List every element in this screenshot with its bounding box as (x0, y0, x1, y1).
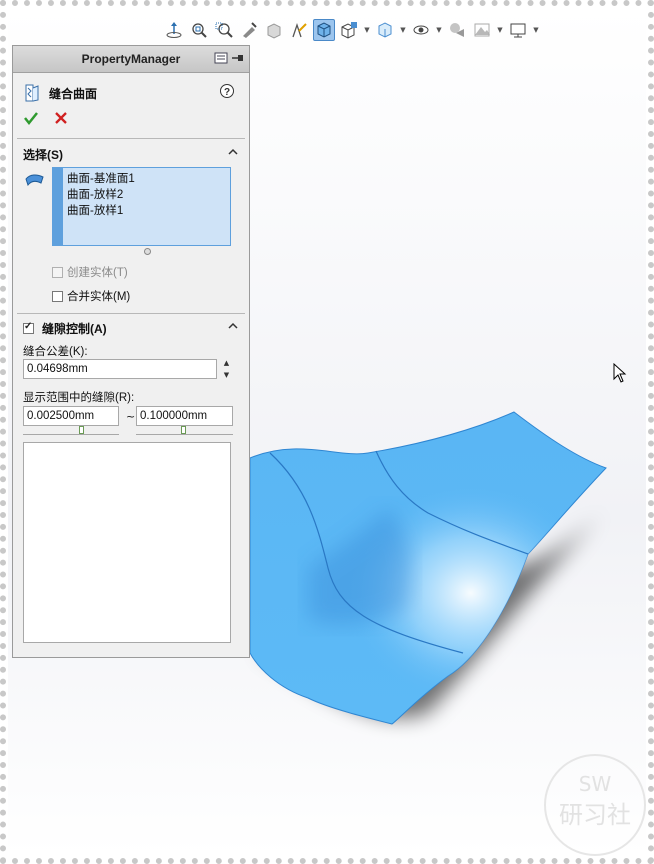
svg-text:研习社: 研习社 (559, 801, 631, 829)
selection-list[interactable]: 曲面-基准面1 曲面-放样2 曲面-放样1 (52, 167, 231, 246)
view-toolbar: ▼ ▼ ▼ ▼ ▼ (163, 18, 540, 42)
tolerance-label: 缝合公差(K): (23, 346, 88, 358)
tolerance-input[interactable]: 0.04698mm (23, 359, 217, 379)
range-separator: ~ (126, 410, 136, 423)
list-item[interactable]: 曲面-基准面1 (67, 171, 135, 187)
previous-view-icon[interactable] (238, 19, 260, 41)
chevron-down-icon[interactable]: ▼ (532, 26, 540, 34)
display-style-icon[interactable] (338, 19, 360, 41)
gap-control-group-header[interactable]: 缝隙控制(A) (23, 320, 241, 336)
view-settings-icon[interactable] (507, 19, 529, 41)
chevron-down-icon[interactable]: ▼ (496, 26, 504, 34)
panel-title: PropertyManager (13, 46, 249, 73)
section-view-icon[interactable] (263, 19, 285, 41)
property-manager-panel: PropertyManager 缝合曲面 ? 选择(S) 曲面-基准面1 曲面-… (12, 45, 250, 658)
spin-up-icon[interactable]: ▲ (224, 359, 229, 367)
range-min-input[interactable]: 0.002500mm (23, 406, 119, 426)
feature-header: 缝合曲面 ? (23, 82, 239, 104)
edit-appearance-icon[interactable] (410, 19, 432, 41)
list-item[interactable]: 曲面-放样1 (67, 203, 135, 219)
hide-show-items-icon[interactable] (374, 19, 396, 41)
slider-thumb[interactable] (79, 426, 84, 434)
range-min-slider[interactable] (23, 426, 119, 435)
dynamic-annotation-icon[interactable] (288, 19, 310, 41)
mouse-cursor-icon (613, 363, 627, 383)
resize-handle[interactable] (144, 248, 151, 255)
range-max-slider[interactable] (136, 426, 233, 435)
range-max-input[interactable]: 0.100000mm (136, 406, 233, 426)
help-icon[interactable]: ? (219, 83, 235, 99)
scene-background-icon[interactable] (471, 19, 493, 41)
merge-entities-checkbox[interactable] (52, 290, 63, 302)
ok-button[interactable] (23, 110, 39, 126)
feature-name: 缝合曲面 (49, 86, 98, 101)
cancel-button[interactable] (53, 110, 69, 126)
tolerance-spinner[interactable]: ▲ ▼ (220, 359, 233, 379)
merge-entities-option[interactable]: 合并实体(M) (52, 288, 130, 304)
chevron-down-icon[interactable]: ▼ (363, 26, 371, 34)
zoom-to-fit-icon[interactable] (188, 19, 210, 41)
pin-icon[interactable] (231, 51, 245, 65)
svg-text:?: ? (224, 87, 230, 98)
spin-down-icon[interactable]: ▼ (224, 371, 229, 379)
gap-range-label: 显示范围中的缝隙(R): (23, 392, 135, 404)
apply-scene-icon[interactable] (446, 19, 468, 41)
selection-group-header[interactable]: 选择(S) (23, 146, 241, 162)
divider (17, 138, 245, 139)
list-item[interactable]: 曲面-放样2 (67, 187, 135, 203)
slider-thumb[interactable] (181, 426, 186, 434)
divider (17, 313, 245, 314)
panel-options-icon[interactable] (214, 51, 228, 65)
chevron-down-icon[interactable]: ▼ (435, 26, 443, 34)
watermark-logo: SW 研习社 (544, 754, 646, 856)
create-solid-option[interactable]: 创建实体(T) (52, 264, 128, 280)
collapse-icon[interactable] (227, 146, 239, 158)
gap-list[interactable] (23, 442, 231, 643)
surface-select-icon (25, 174, 44, 187)
view-orientation-icon[interactable] (163, 19, 185, 41)
knit-surface-icon (25, 84, 39, 102)
svg-text:SW: SW (579, 772, 612, 796)
create-solid-checkbox[interactable] (52, 266, 63, 278)
view-cube-icon[interactable] (313, 19, 335, 41)
gap-control-checkbox[interactable] (23, 321, 34, 334)
collapse-icon[interactable] (227, 320, 239, 332)
zoom-to-area-icon[interactable] (213, 19, 235, 41)
chevron-down-icon[interactable]: ▼ (399, 26, 407, 34)
